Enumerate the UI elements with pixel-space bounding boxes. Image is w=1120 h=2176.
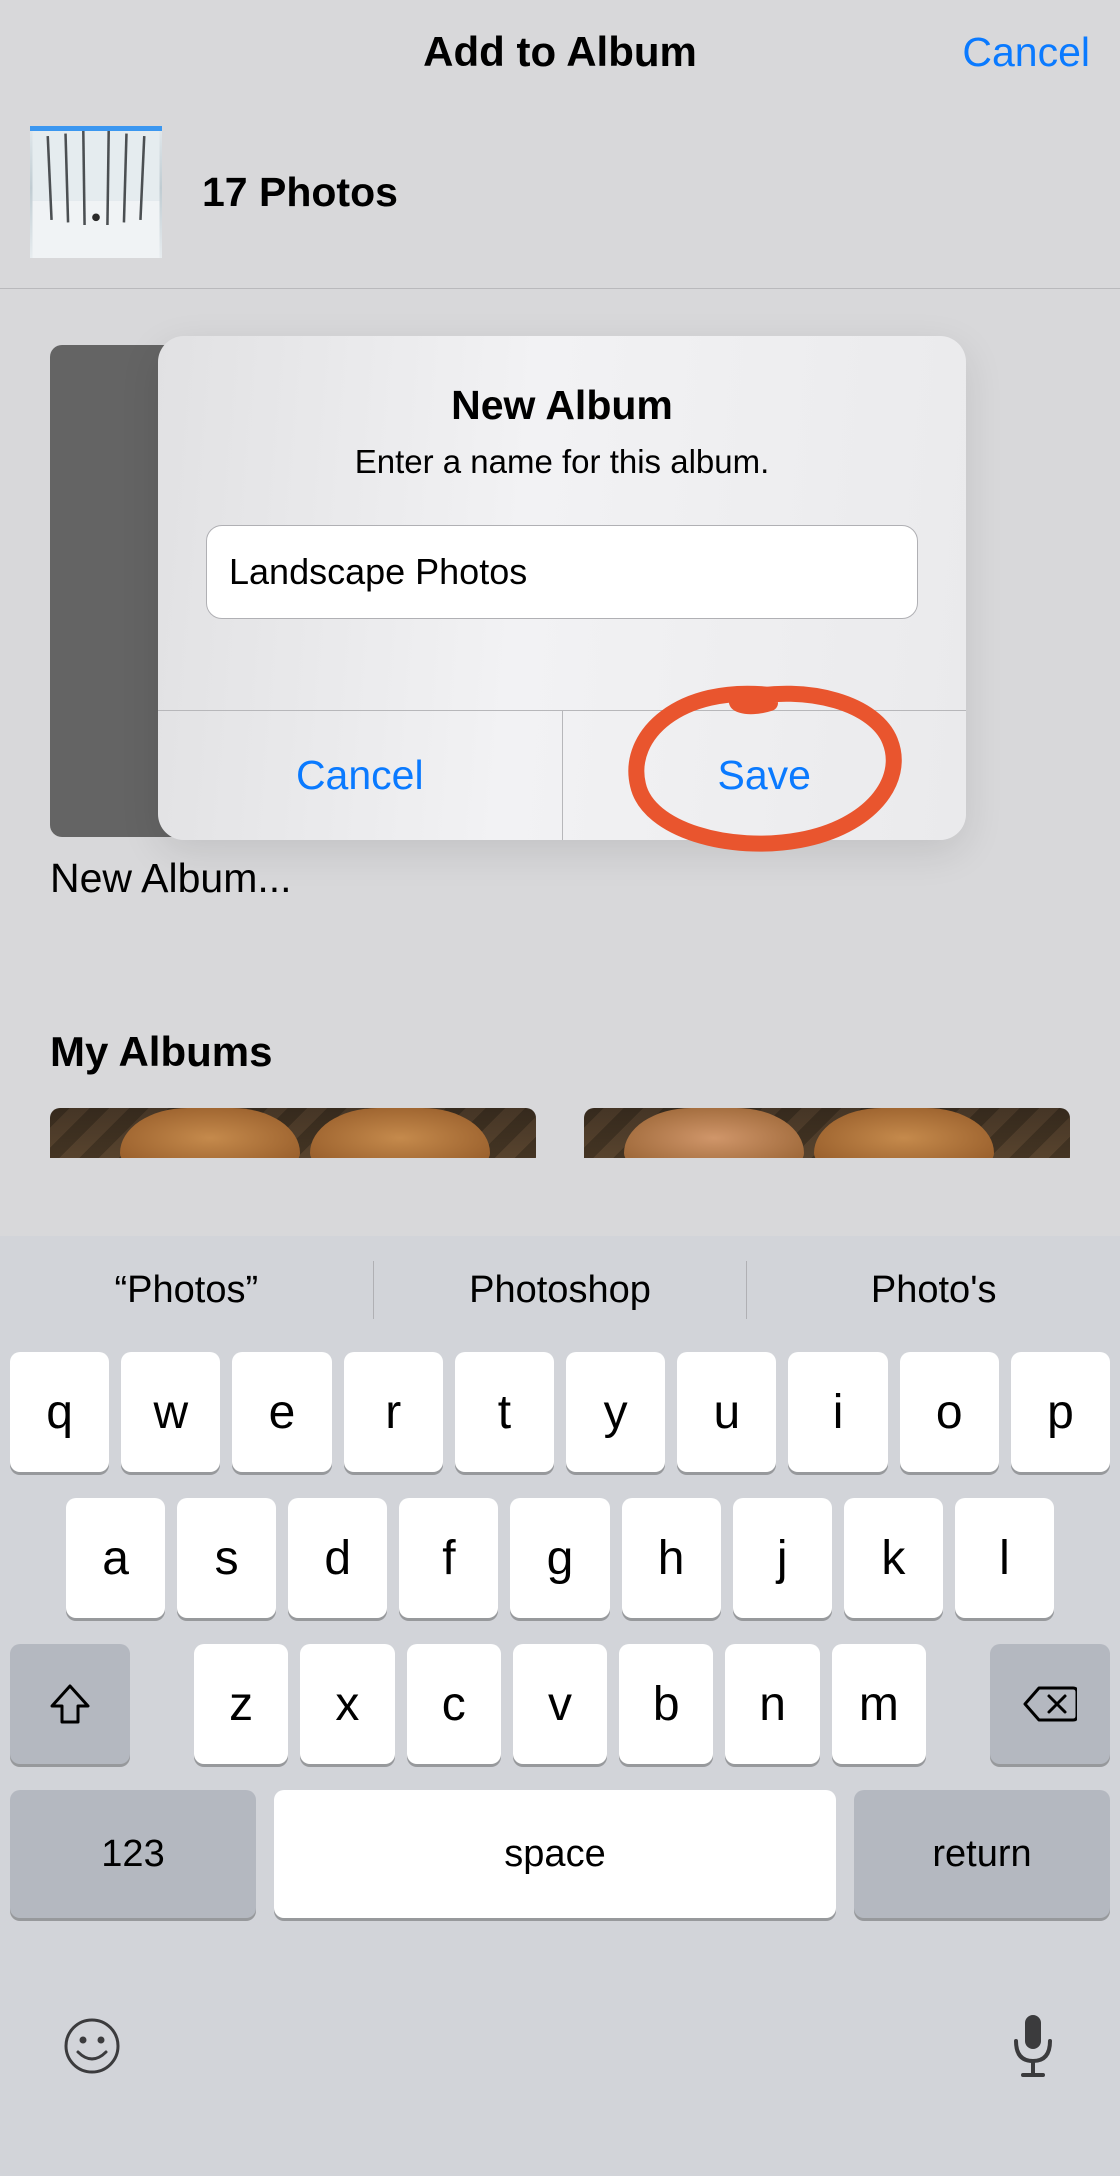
album-name-input[interactable] xyxy=(206,525,918,619)
selection-count: 17 Photos xyxy=(202,169,398,216)
key-row: a s d f g h j k l xyxy=(10,1498,1110,1618)
nav-header: Add to Album Cancel xyxy=(0,0,1120,104)
key-s[interactable]: s xyxy=(177,1498,276,1618)
key-row: q w e r t y u i o p xyxy=(10,1352,1110,1472)
key-j[interactable]: j xyxy=(733,1498,832,1618)
key-k[interactable]: k xyxy=(844,1498,943,1618)
key-c[interactable]: c xyxy=(407,1644,501,1764)
key-z[interactable]: z xyxy=(194,1644,288,1764)
key-l[interactable]: l xyxy=(955,1498,1054,1618)
microphone-icon xyxy=(1008,2011,1058,2081)
dialog-save-button[interactable]: Save xyxy=(562,711,967,840)
key-f[interactable]: f xyxy=(399,1498,498,1618)
selection-thumbnail xyxy=(30,126,162,258)
key-n[interactable]: n xyxy=(725,1644,819,1764)
selection-row: 17 Photos xyxy=(0,104,1120,288)
divider xyxy=(0,288,1120,289)
shift-key[interactable] xyxy=(10,1644,130,1764)
shift-icon xyxy=(48,1682,92,1726)
album-thumbnail[interactable] xyxy=(50,1108,536,1158)
dictation-button[interactable] xyxy=(1008,2011,1058,2081)
emoji-icon xyxy=(62,2016,122,2076)
key-w[interactable]: w xyxy=(121,1352,220,1472)
new-album-label: New Album... xyxy=(50,855,1070,902)
onscreen-keyboard: “Photos” Photoshop Photo's q w e r t y u… xyxy=(0,1236,1120,2176)
key-a[interactable]: a xyxy=(66,1498,165,1618)
key-row: z x c v b n m xyxy=(10,1644,1110,1764)
album-thumbnail[interactable] xyxy=(584,1108,1070,1158)
backspace-key[interactable] xyxy=(990,1644,1110,1764)
key-r[interactable]: r xyxy=(344,1352,443,1472)
my-albums-heading: My Albums xyxy=(50,1028,1070,1076)
winter-scene-icon xyxy=(30,131,162,258)
dialog-title: New Album xyxy=(204,382,920,429)
key-e[interactable]: e xyxy=(232,1352,331,1472)
key-t[interactable]: t xyxy=(455,1352,554,1472)
suggestion[interactable]: Photoshop xyxy=(374,1269,747,1312)
page-title: Add to Album xyxy=(423,28,697,76)
key-b[interactable]: b xyxy=(619,1644,713,1764)
suggestion-bar: “Photos” Photoshop Photo's xyxy=(0,1236,1120,1344)
key-u[interactable]: u xyxy=(677,1352,776,1472)
key-q[interactable]: q xyxy=(10,1352,109,1472)
key-p[interactable]: p xyxy=(1011,1352,1110,1472)
new-album-dialog: New Album Enter a name for this album. C… xyxy=(158,336,966,840)
numbers-key[interactable]: 123 xyxy=(10,1790,256,1918)
key-y[interactable]: y xyxy=(566,1352,665,1472)
key-g[interactable]: g xyxy=(510,1498,609,1618)
album-thumb-row xyxy=(50,1108,1070,1158)
dialog-cancel-button[interactable]: Cancel xyxy=(158,711,562,840)
backspace-icon xyxy=(1023,1684,1077,1724)
key-x[interactable]: x xyxy=(300,1644,394,1764)
emoji-button[interactable] xyxy=(62,2016,122,2076)
suggestion[interactable]: “Photos” xyxy=(0,1269,373,1312)
space-key[interactable]: space xyxy=(274,1790,836,1918)
dialog-subtitle: Enter a name for this album. xyxy=(204,443,920,481)
key-o[interactable]: o xyxy=(900,1352,999,1472)
key-d[interactable]: d xyxy=(288,1498,387,1618)
key-i[interactable]: i xyxy=(788,1352,887,1472)
cancel-button[interactable]: Cancel xyxy=(962,0,1090,104)
key-h[interactable]: h xyxy=(622,1498,721,1618)
suggestion[interactable]: Photo's xyxy=(747,1269,1120,1312)
key-m[interactable]: m xyxy=(832,1644,926,1764)
return-key[interactable]: return xyxy=(854,1790,1110,1918)
key-v[interactable]: v xyxy=(513,1644,607,1764)
key-row: 123 space return xyxy=(10,1790,1110,1918)
